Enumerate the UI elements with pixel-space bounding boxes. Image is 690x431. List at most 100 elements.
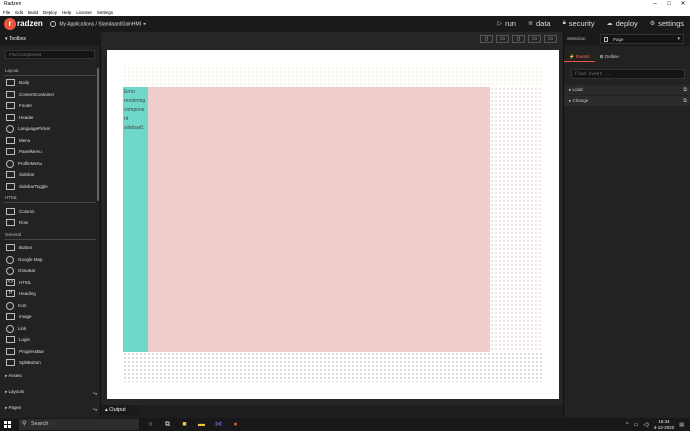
breadcrumb-text[interactable]: My Applications / StandaardGainHMI [59, 21, 141, 27]
taskbar-search[interactable]: ⚲ Search [19, 419, 139, 430]
notifications-icon[interactable]: ▤ [679, 422, 684, 428]
clock[interactable]: 16:34 4-12-2020 [654, 419, 675, 430]
component-button[interactable]: Button [6, 243, 32, 252]
component-menu[interactable]: Menu [6, 136, 30, 145]
menu-license[interactable]: License [76, 9, 92, 16]
share-icon[interactable]: ⚭ [143, 21, 147, 27]
nav-deploy[interactable]: ☁ deploy [607, 19, 638, 28]
component-label: Heading [19, 291, 36, 296]
windows-start-icon[interactable] [4, 421, 11, 428]
menu-build[interactable]: Build [28, 9, 38, 16]
toolbox-title: Toolbox [8, 36, 27, 42]
menu-settings[interactable]: Settings [97, 9, 113, 16]
lock-icon: 🔒︎ [562, 20, 566, 26]
component-googlemap[interactable]: Google Map [6, 255, 43, 264]
component-label: SidebarToggle [19, 184, 48, 189]
component-image[interactable]: Image [6, 312, 32, 321]
component-panelmenu[interactable]: PanelMenu [6, 147, 42, 156]
group-pages[interactable]: ▸ Pages ⤷ [0, 402, 101, 414]
nav-run[interactable]: ▷ run [497, 19, 515, 28]
component-label: Login [19, 337, 31, 342]
nav-security[interactable]: 🔒︎ security [563, 19, 595, 28]
task-view-icon[interactable]: ⧉ [162, 419, 173, 430]
maximize-button[interactable]: □ [662, 0, 676, 9]
radzen-app-icon[interactable]: ● [230, 419, 241, 430]
tab-outline[interactable]: ⊞ Outline [595, 52, 624, 62]
visual-studio-icon[interactable]: ⋈ [213, 419, 224, 430]
event-label: Change [572, 98, 589, 103]
group-assets[interactable]: ▸ Assets [0, 370, 101, 382]
open-external-icon[interactable]: ⧉ [683, 85, 687, 95]
home-icon[interactable] [50, 21, 56, 27]
component-contentcontainer[interactable]: ContentContainer [6, 90, 54, 99]
component-column[interactable]: Column [6, 207, 35, 216]
file-explorer-icon[interactable]: ▬ [196, 419, 207, 430]
toolbox-scrollbar[interactable] [97, 68, 99, 201]
component-languagepicker[interactable]: LanguagePicker [6, 124, 51, 133]
close-button[interactable]: ✕ [676, 0, 690, 9]
component-header[interactable]: Header [6, 113, 34, 122]
component-heading[interactable]: H Heading [6, 289, 36, 298]
network-icon[interactable]: ▭ [633, 422, 638, 428]
component-footer[interactable]: Footer [6, 101, 32, 110]
cortana-icon[interactable]: ○ [145, 419, 156, 430]
nav-security-label: security [568, 19, 595, 28]
header-placeholder[interactable] [123, 66, 542, 87]
component-link[interactable]: Link [6, 324, 26, 333]
component-splitbutton[interactable]: SplitButton [6, 358, 41, 367]
tab-label: Events [575, 54, 590, 59]
find-component-input[interactable]: Find component [5, 50, 95, 59]
component-label: PanelMenu [19, 149, 42, 154]
group-layouts[interactable]: ▸ Layouts ⤷ [0, 386, 101, 398]
tab-label: Outline [604, 54, 619, 59]
component-sidebar[interactable]: Sidebar [6, 170, 35, 179]
component-icon[interactable]: Icon [6, 301, 27, 310]
device-toolbar: ▯ ▭ ▯ ▭ ▭ [480, 35, 557, 43]
tab-events[interactable]: ⚡ Events [564, 52, 595, 62]
tray-chevron-icon[interactable]: ^ [626, 422, 628, 428]
component-html[interactable]: <> HTML [6, 278, 31, 287]
component-label: Footer [19, 103, 33, 108]
phone-landscape-icon[interactable]: ▭ [496, 35, 509, 43]
menu-file[interactable]: File [3, 9, 10, 16]
minimize-button[interactable]: – [648, 0, 662, 9]
volume-icon[interactable]: ◁) [643, 422, 649, 428]
output-tab[interactable]: ▴ Output [101, 405, 139, 415]
radzen-logo-icon[interactable]: r [4, 18, 16, 30]
event-load[interactable]: ▸ Load ⧉ [564, 85, 690, 95]
nav-data[interactable]: ≋ data [528, 19, 551, 28]
sticky-notes-icon[interactable]: ■ [179, 419, 190, 430]
selection-dropdown[interactable]: Page ▾ [600, 34, 684, 44]
component-profilemenu[interactable]: ProfileMenu [6, 159, 42, 168]
phone-icon[interactable]: ▯ [480, 35, 493, 43]
component-login[interactable]: Login [6, 335, 30, 344]
sidebar0-component[interactable]: Error rendering component sidebar0. [123, 87, 148, 352]
component-progressbar[interactable]: ProgressBar [6, 347, 44, 356]
component-row[interactable]: Row [6, 218, 28, 227]
add-layout-icon[interactable]: ⤷ [93, 388, 97, 400]
menu-edit[interactable]: Edit [15, 9, 23, 16]
body-component[interactable] [148, 87, 490, 352]
taskbar-search-label: Search [31, 421, 49, 427]
event-change[interactable]: ▸ Change ⧉ [564, 96, 690, 106]
nav-settings[interactable]: ⚙ settings [650, 19, 684, 28]
menu-help[interactable]: Help [62, 9, 71, 16]
laptop-icon[interactable]: ▭ [528, 35, 541, 43]
tablet-icon[interactable]: ▯ [512, 35, 525, 43]
component-label: Gravatar [18, 268, 36, 273]
component-sidebartoggle[interactable]: SidebarToggle [6, 182, 48, 191]
desktop-icon[interactable]: ▭ [544, 35, 557, 43]
map-icon [6, 255, 14, 264]
menu-icon [6, 137, 15, 144]
toolbox-header[interactable]: ▾ Toolbox [0, 32, 101, 46]
section-html: HTML [5, 195, 18, 200]
body-padding-area[interactable] [490, 87, 542, 352]
find-event-input[interactable]: Find event ... [571, 69, 685, 79]
component-body[interactable]: Body [6, 78, 29, 87]
add-page-icon[interactable]: ⤷ [93, 404, 97, 416]
footer-placeholder[interactable] [123, 352, 542, 382]
menu-deploy[interactable]: Deploy [43, 9, 57, 16]
component-gravatar[interactable]: Gravatar [6, 266, 36, 275]
open-external-icon[interactable]: ⧉ [683, 96, 687, 106]
play-icon: ▷ [497, 21, 503, 27]
